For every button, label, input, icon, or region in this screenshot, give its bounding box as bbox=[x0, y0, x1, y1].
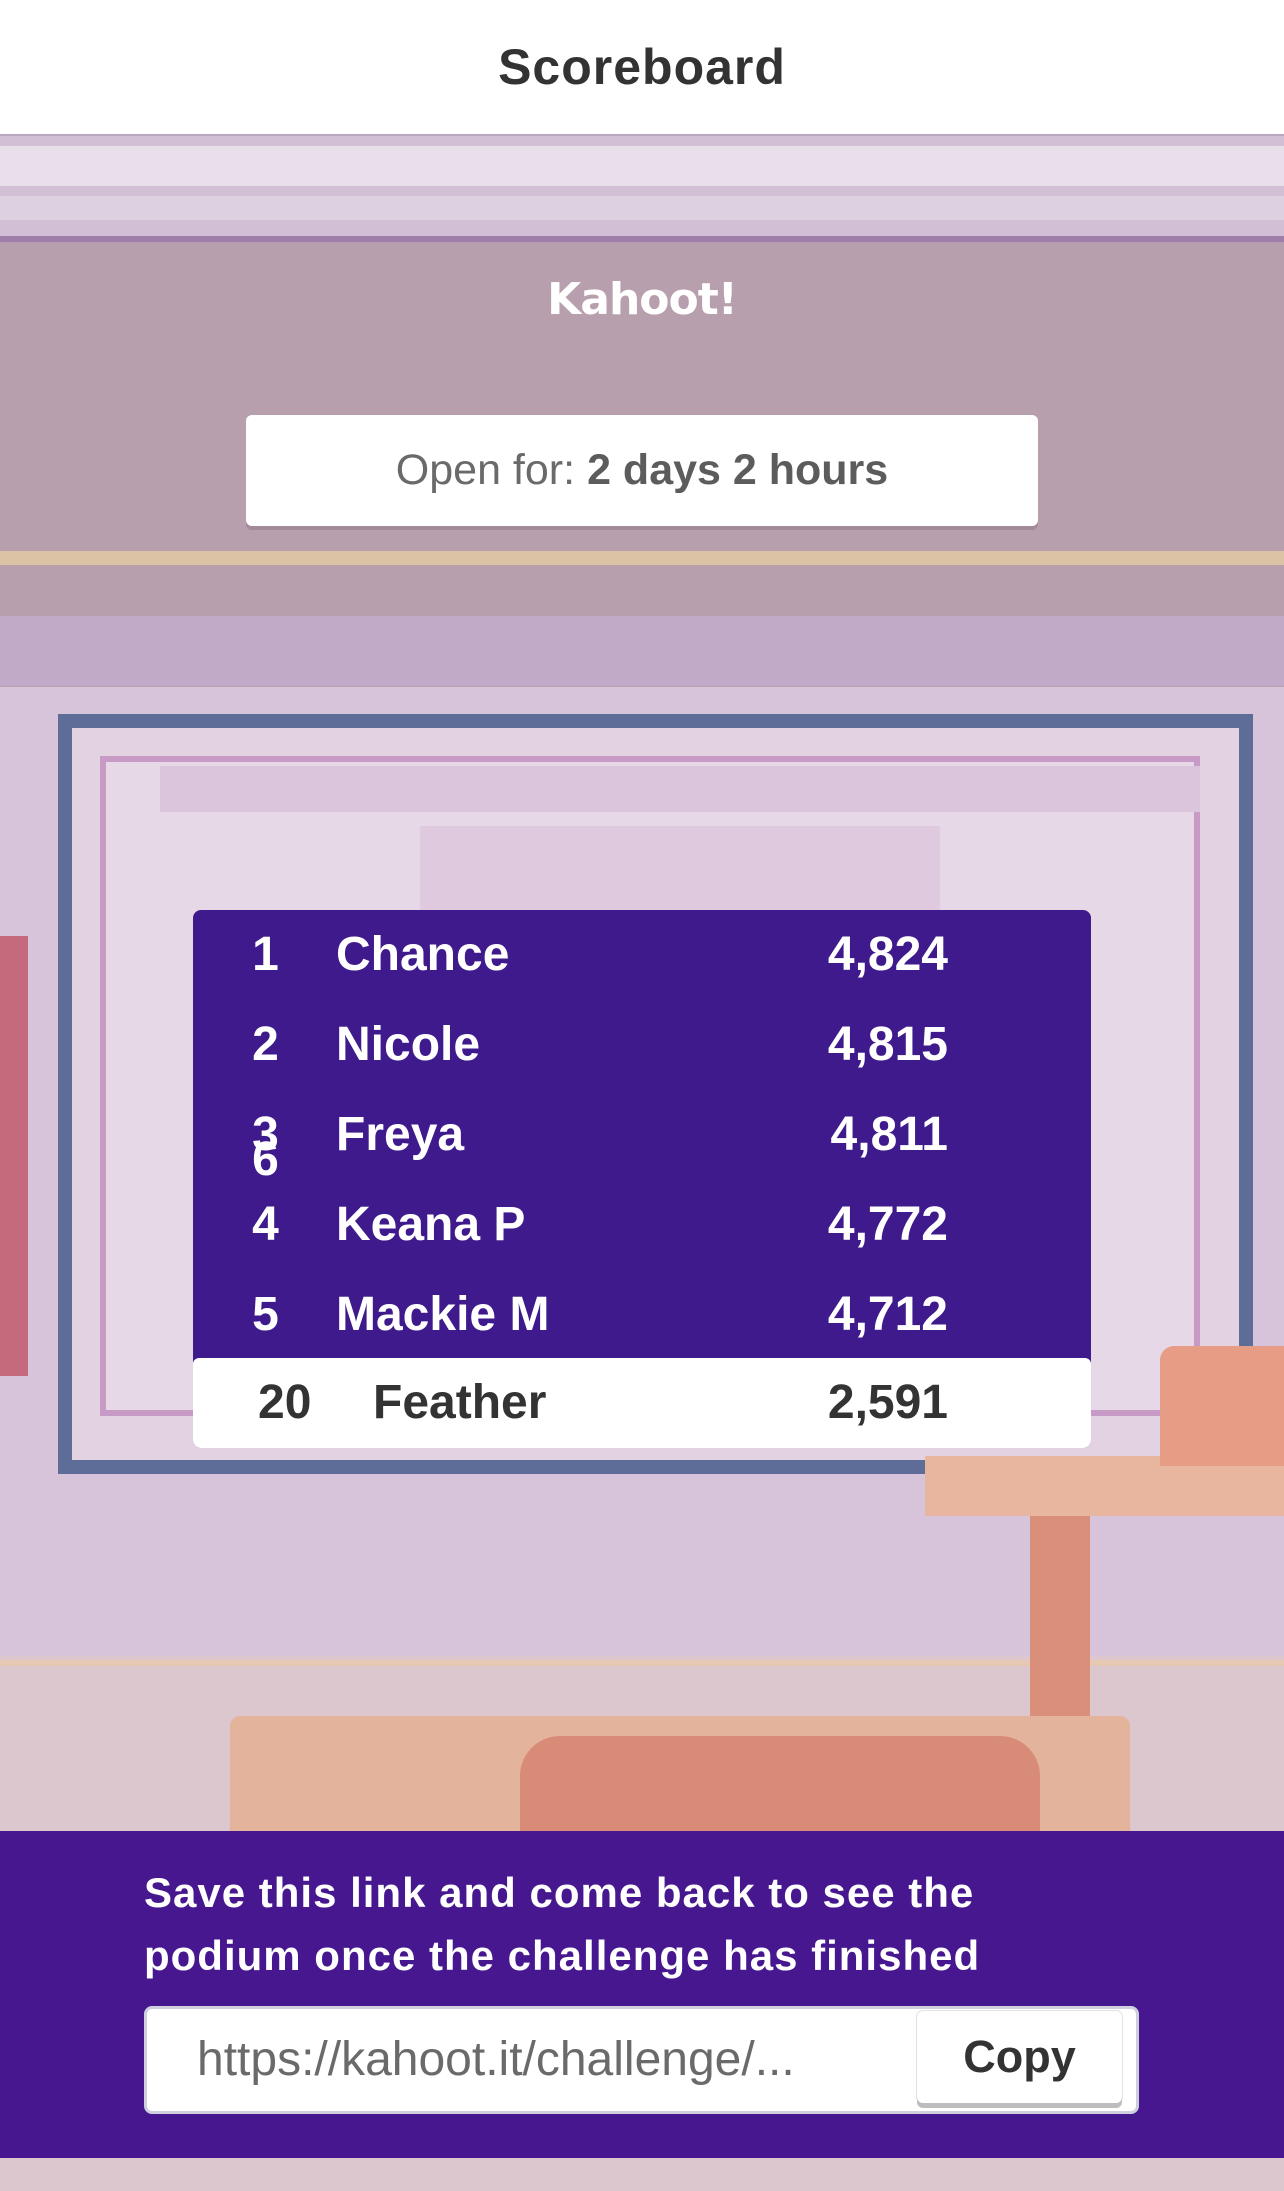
open-duration-badge: Open for: 2 days 2 hours bbox=[246, 415, 1038, 526]
own-score-row: 20 Feather 2,591 bbox=[193, 1358, 1091, 1448]
player-score: 4,815 bbox=[827, 1018, 948, 1071]
own-score: 2,591 bbox=[827, 1376, 948, 1429]
own-name: Feather bbox=[373, 1376, 547, 1429]
player-score: 4,772 bbox=[827, 1198, 948, 1251]
player-score: 4,824 bbox=[827, 928, 948, 981]
kahoot-logo: Kahoot! bbox=[547, 274, 738, 325]
rank: 2 bbox=[252, 1018, 279, 1071]
rank: 4 bbox=[252, 1198, 279, 1251]
save-link-panel: Save this link and come back to see the … bbox=[0, 1831, 1284, 2158]
player-name: Mackie M bbox=[336, 1288, 550, 1341]
challenge-link-field[interactable]: https://kahoot.it/challenge/... Copy bbox=[144, 2006, 1139, 2114]
own-rank: 20 bbox=[258, 1376, 312, 1429]
scoreboard-row: 5 Mackie M 4,712 bbox=[193, 1270, 1091, 1360]
top-bar: Scoreboard bbox=[0, 0, 1284, 136]
rank: 5 bbox=[252, 1288, 279, 1341]
copy-button[interactable]: Copy bbox=[917, 2011, 1122, 2103]
scoreboard-row: 4 Keana P 4,772 bbox=[193, 1180, 1091, 1270]
scoreboard-row: 3 6 Freya 4,811 bbox=[193, 1090, 1091, 1184]
save-link-message: Save this link and come back to see the … bbox=[144, 1869, 981, 1979]
player-name: Nicole bbox=[336, 1018, 481, 1071]
rank: 1 bbox=[252, 928, 279, 981]
challenge-link-text[interactable]: https://kahoot.it/challenge/... bbox=[197, 2009, 857, 2111]
player-name: Keana P bbox=[336, 1198, 526, 1251]
scoreboard-row: 2 Nicole 4,815 bbox=[193, 1000, 1091, 1090]
open-value: 2 days 2 hours bbox=[587, 446, 889, 494]
player-score: 4,811 bbox=[830, 1108, 948, 1161]
page-title: Scoreboard bbox=[498, 39, 786, 95]
player-name: Freya bbox=[336, 1108, 465, 1161]
scoreboard-row: 1 Chance 4,824 bbox=[193, 910, 1091, 1000]
player-score: 4,712 bbox=[827, 1288, 948, 1341]
rank-overlap: 6 bbox=[252, 1133, 279, 1186]
open-label: Open for: bbox=[395, 446, 576, 494]
player-name: Chance bbox=[336, 928, 510, 981]
scoreboard-table: 1 Chance 4,824 2 Nicole 4,815 3 6 Freya … bbox=[193, 910, 1091, 1448]
